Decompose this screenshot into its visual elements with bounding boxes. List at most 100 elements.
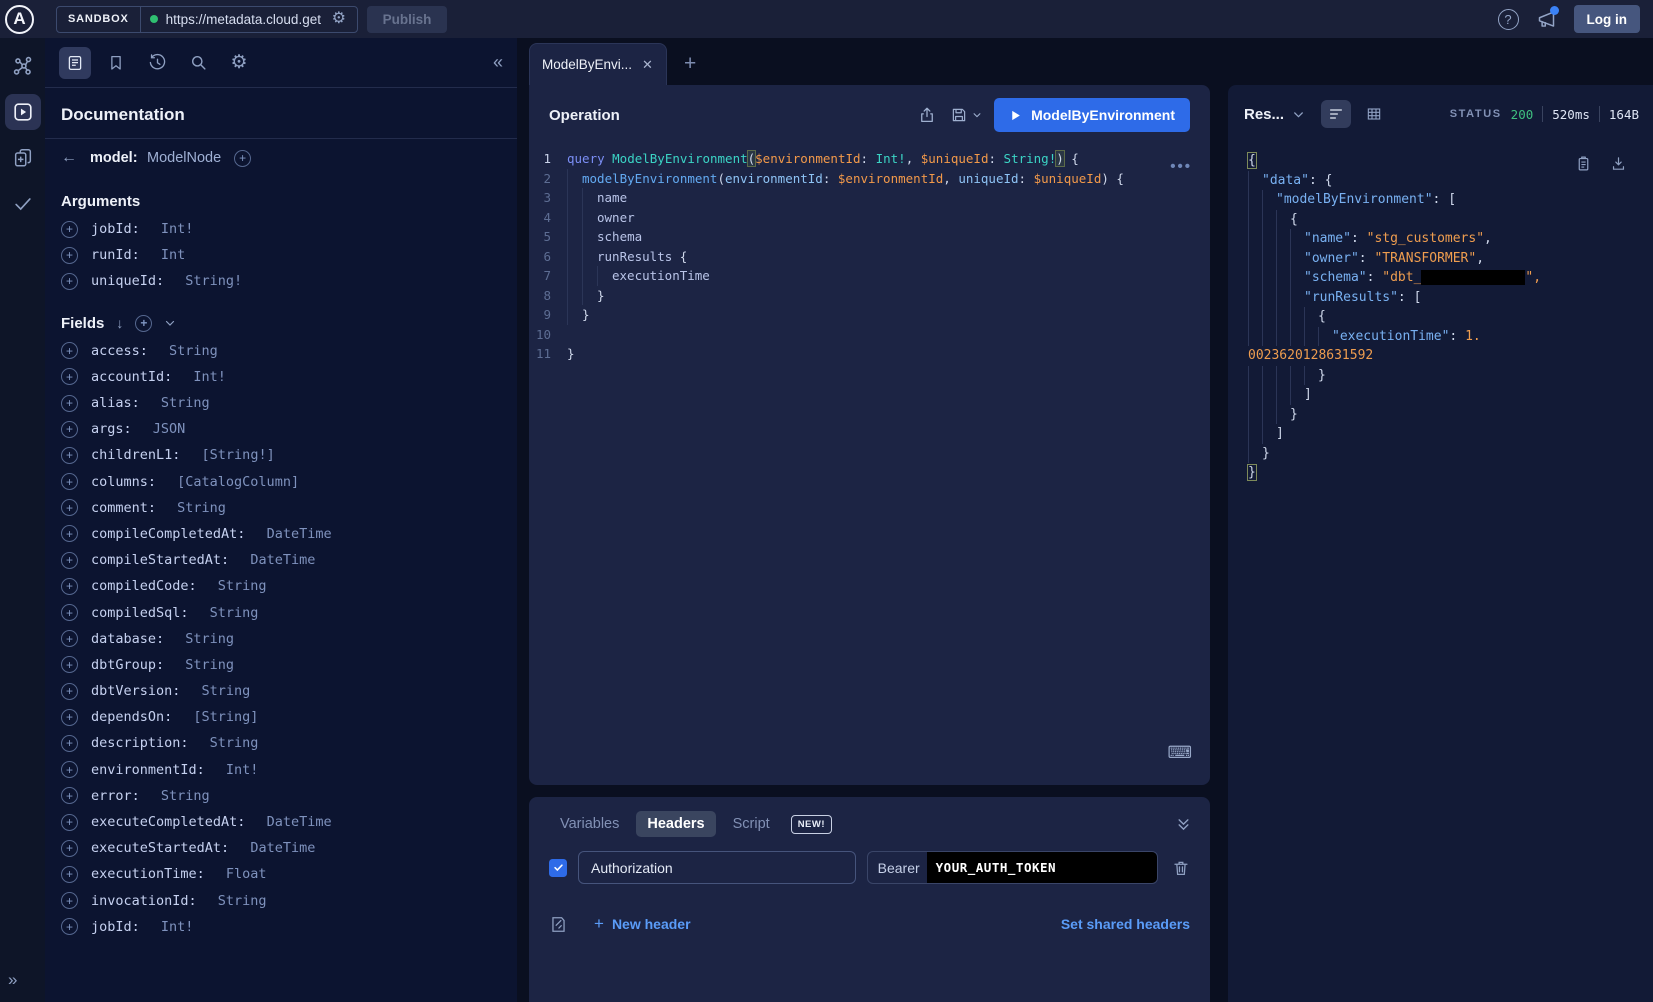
field-name[interactable]: compiledSql: bbox=[91, 605, 197, 621]
response-body[interactable]: {"data": {"modelByEnvironment": [{"name"… bbox=[1228, 143, 1653, 483]
add-field-icon[interactable]: + bbox=[61, 247, 78, 264]
field-type[interactable]: Int bbox=[161, 247, 185, 263]
field-name[interactable]: alias: bbox=[91, 395, 148, 411]
response-json-line[interactable]: "executionTime": 1. bbox=[1248, 327, 1641, 347]
history-icon[interactable] bbox=[141, 47, 173, 79]
save-chevron-down-icon[interactable] bbox=[972, 110, 982, 120]
field-type[interactable]: String bbox=[210, 605, 259, 621]
add-field-icon[interactable]: + bbox=[61, 273, 78, 290]
field-type[interactable]: DateTime bbox=[267, 526, 332, 542]
collapse-secondary-chevrons-icon[interactable] bbox=[1177, 818, 1190, 831]
add-field-icon[interactable]: + bbox=[61, 866, 78, 883]
add-field-icon[interactable]: + bbox=[61, 342, 78, 359]
wrap-view-icon[interactable] bbox=[1321, 100, 1351, 128]
field-name[interactable]: compiledCode: bbox=[91, 578, 205, 594]
field-type[interactable]: String bbox=[202, 683, 251, 699]
field-name[interactable]: dependsOn: bbox=[91, 709, 180, 725]
field-type[interactable]: DateTime bbox=[250, 552, 315, 568]
add-field-icon[interactable]: + bbox=[61, 840, 78, 857]
response-json-line[interactable]: "name": "stg_customers", bbox=[1248, 229, 1641, 249]
field-name[interactable]: executeStartedAt: bbox=[91, 840, 237, 856]
field-type[interactable]: String bbox=[185, 631, 234, 647]
field-name[interactable]: args: bbox=[91, 421, 140, 437]
response-json-line[interactable]: ] bbox=[1248, 424, 1641, 444]
field-name[interactable]: invocationId: bbox=[91, 893, 205, 909]
expand-rail-icon[interactable]: » bbox=[8, 970, 17, 990]
field-name[interactable]: error: bbox=[91, 788, 148, 804]
response-json-line[interactable]: } bbox=[1248, 405, 1641, 425]
field-type[interactable]: Float bbox=[226, 866, 267, 882]
documentation-tab-icon[interactable] bbox=[59, 47, 91, 79]
code-line[interactable]: 1query ModelByEnvironment($environmentId… bbox=[529, 149, 1210, 169]
endpoint-url-input[interactable]: https://metadata.cloud.get bbox=[166, 12, 324, 27]
code-line[interactable]: 6runResults { bbox=[529, 247, 1210, 267]
header-name-input[interactable]: Authorization bbox=[578, 851, 856, 884]
code-line[interactable]: 4owner bbox=[529, 208, 1210, 228]
field-name[interactable]: childrenL1: bbox=[91, 447, 189, 463]
close-tab-icon[interactable]: ✕ bbox=[642, 57, 653, 73]
delete-header-trash-icon[interactable] bbox=[1172, 859, 1190, 877]
back-arrow-icon[interactable]: ← bbox=[61, 149, 77, 167]
field-name[interactable]: accountId: bbox=[91, 369, 180, 385]
add-field-icon[interactable]: + bbox=[61, 735, 78, 752]
add-field-icon[interactable]: + bbox=[61, 368, 78, 385]
response-json-line[interactable]: "owner": "TRANSFORMER", bbox=[1248, 249, 1641, 269]
operation-collections-icon[interactable] bbox=[5, 140, 41, 176]
field-type[interactable]: String bbox=[218, 578, 267, 594]
code-line[interactable]: 3name bbox=[529, 188, 1210, 208]
help-icon[interactable]: ? bbox=[1498, 9, 1519, 30]
field-type[interactable]: String bbox=[185, 657, 234, 673]
field-type[interactable]: String bbox=[161, 788, 210, 804]
add-field-icon[interactable]: + bbox=[61, 709, 78, 726]
field-name[interactable]: description: bbox=[91, 735, 197, 751]
collapse-panel-icon[interactable]: « bbox=[493, 52, 503, 73]
add-field-icon[interactable]: + bbox=[61, 421, 78, 438]
response-json-line[interactable]: } bbox=[1248, 463, 1641, 483]
share-icon[interactable] bbox=[918, 106, 936, 124]
field-type[interactable]: [CatalogColumn] bbox=[177, 474, 299, 490]
edit-headers-json-icon[interactable] bbox=[549, 915, 568, 934]
response-json-line[interactable]: } bbox=[1248, 444, 1641, 464]
field-name[interactable]: runId: bbox=[91, 247, 148, 263]
breadcrumb-type[interactable]: ModelNode bbox=[147, 150, 221, 166]
add-field-icon[interactable]: + bbox=[61, 525, 78, 542]
field-type[interactable]: Int! bbox=[161, 919, 194, 935]
settings-gear-icon[interactable]: ⚙ bbox=[223, 47, 255, 79]
run-operation-button[interactable]: ModelByEnvironment bbox=[994, 98, 1190, 132]
tab-script[interactable]: Script bbox=[722, 811, 781, 837]
operation-tab[interactable]: ModelByEnvi... ✕ bbox=[529, 43, 667, 85]
code-line[interactable]: 5schema bbox=[529, 227, 1210, 247]
field-name[interactable]: jobId: bbox=[91, 221, 148, 237]
field-type[interactable]: DateTime bbox=[250, 840, 315, 856]
add-field-icon[interactable]: + bbox=[61, 656, 78, 673]
field-type[interactable]: String bbox=[218, 893, 267, 909]
add-all-fields-icon[interactable]: + bbox=[135, 315, 152, 332]
field-name[interactable]: executionTime: bbox=[91, 866, 213, 882]
field-name[interactable]: dbtVersion: bbox=[91, 683, 189, 699]
field-name[interactable]: uniqueId: bbox=[91, 273, 172, 289]
add-field-icon[interactable]: + bbox=[61, 918, 78, 935]
code-line[interactable]: 2modelByEnvironment(environmentId: $envi… bbox=[529, 169, 1210, 189]
add-field-icon[interactable]: + bbox=[61, 395, 78, 412]
editor-menu-dots-icon[interactable]: ••• bbox=[1170, 158, 1192, 175]
table-view-icon[interactable] bbox=[1359, 100, 1389, 128]
field-type[interactable]: Int! bbox=[161, 221, 194, 237]
header-value-input[interactable]: Bearer YOUR_AUTH_TOKEN bbox=[867, 851, 1158, 884]
response-json-line[interactable]: "runResults": [ bbox=[1248, 288, 1641, 308]
field-name[interactable]: jobId: bbox=[91, 919, 148, 935]
add-field-icon[interactable]: + bbox=[61, 630, 78, 647]
field-name[interactable]: executeCompletedAt: bbox=[91, 814, 254, 830]
response-json-line[interactable]: { bbox=[1248, 307, 1641, 327]
code-line[interactable]: 11} bbox=[529, 344, 1210, 364]
field-name[interactable]: columns: bbox=[91, 474, 164, 490]
field-name[interactable]: access: bbox=[91, 343, 156, 359]
new-tab-icon[interactable]: + bbox=[684, 52, 696, 76]
tab-headers[interactable]: Headers bbox=[636, 811, 715, 837]
announcements-megaphone-icon[interactable] bbox=[1536, 9, 1557, 30]
field-name[interactable]: comment: bbox=[91, 500, 164, 516]
field-name[interactable]: environmentId: bbox=[91, 762, 213, 778]
add-field-icon[interactable]: + bbox=[61, 814, 78, 831]
field-type[interactable]: DateTime bbox=[267, 814, 332, 830]
field-type[interactable]: Int! bbox=[193, 369, 226, 385]
response-json-line[interactable]: "data": { bbox=[1248, 171, 1641, 191]
